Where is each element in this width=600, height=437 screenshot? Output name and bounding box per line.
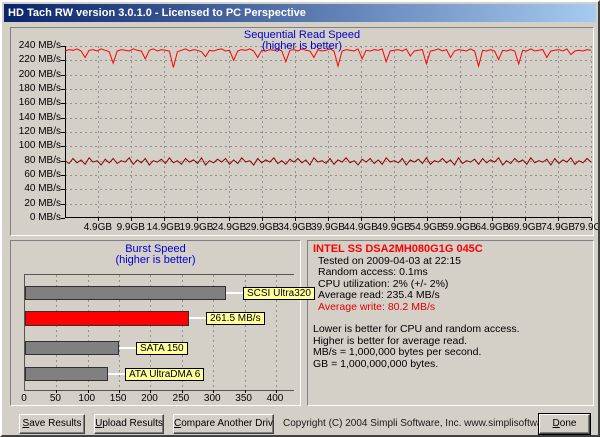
copyright-text: Copyright (C) 2004 Simpli Software, Inc.… (283, 418, 574, 429)
burst-x-tick-label: 250 (172, 393, 190, 404)
burst-bar-2 (25, 311, 189, 326)
burst-chart-subtitle: (higher is better) (115, 254, 196, 266)
sequential-read-plot (61, 46, 592, 221)
y-tick-label: 20 MB/s (24, 197, 61, 209)
x-tick-label: 74.9GB (541, 222, 576, 233)
sequential-chart-subtitle: (higher is better) (261, 40, 343, 52)
burst-bar-1 (25, 286, 226, 300)
x-tick-label: 24.9GB (212, 222, 247, 233)
sequential-plot-svg (61, 46, 592, 221)
burst-speed-panel: Burst Speed (higher is better) SCSI Ultr… (10, 240, 315, 406)
x-tick-label: 9.9GB (116, 222, 145, 233)
burst-bar-label: SATA 150 (136, 342, 188, 355)
title-bar[interactable]: HD Tach RW version 3.0.1.0 - Licensed to… (4, 4, 596, 22)
y-tick-label: 40 MB/s (24, 183, 61, 195)
x-tick-label: 29.9GB (245, 222, 280, 233)
x-tick-label: 19.9GB (179, 222, 214, 233)
drive-info-panel: INTEL SS DSA2MH080G1G 045C Tested on 200… (307, 240, 594, 406)
bar-label-connector (119, 347, 136, 349)
compare-another-drive-button[interactable]: Compare Another Drive (173, 414, 274, 434)
drive-model: INTEL SS DSA2MH080G1G 045C (313, 243, 483, 255)
burst-bar-label: ATA UltraDMA 6 (125, 368, 205, 381)
x-tick-label: 59.9GB (442, 222, 477, 233)
burst-bar-4 (25, 367, 108, 381)
window-title: HD Tach RW version 3.0.1.0 - Licensed to… (8, 7, 306, 19)
burst-bar-3 (25, 341, 119, 355)
y-tick-label: 120 MB/s (18, 126, 61, 137)
x-tick-label: 69.9GB (508, 222, 543, 233)
burst-x-tick-label: 150 (109, 393, 127, 404)
burst-x-tick-label: 300 (203, 393, 221, 404)
y-tick-label: 60 MB/s (24, 169, 61, 180)
burst-speed-plot: SCSI Ultra320 261.5 MB/s SATA 150 ATA Ultra… (24, 274, 315, 393)
x-tick-label: 49.9GB (376, 222, 411, 233)
y-tick-label: 160 MB/s (18, 97, 61, 109)
average-write: Average write: 80.2 MB/s (318, 300, 436, 313)
burst-x-tick-label: 100 (78, 393, 96, 404)
y-tick-label: 0 MB/s (29, 212, 61, 223)
average-read: Average read: 235.4 MB/s (318, 289, 440, 301)
burst-bar-label: 261.5 MB/s (206, 312, 265, 325)
upload-results-button[interactable]: Upload Results (94, 414, 164, 434)
note-mbs-definition: MB/s = 1,000,000 bytes per second. (313, 346, 482, 358)
done-button[interactable]: Done (539, 414, 590, 434)
burst-x-tick-label: 0 (21, 393, 27, 404)
burst-x-tick-label: 350 (235, 393, 252, 404)
x-tick-label: 44.9GB (343, 222, 378, 233)
bar-label-connector (108, 373, 125, 375)
burst-x-tick-label: 50 (49, 393, 61, 404)
bar-label-connector (189, 317, 206, 319)
x-tick-label: 54.9GB (409, 222, 444, 233)
y-tick-label: 80 MB/s (24, 154, 61, 166)
random-access: Random access: 0.1ms (318, 266, 428, 278)
x-tick-label: 79.9GB (574, 222, 598, 233)
y-tick-label: 100 MB/s (18, 140, 61, 152)
y-tick-label: 140 MB/s (18, 111, 61, 123)
y-tick-label: 180 MB/s (18, 83, 61, 94)
bar-label-connector (226, 292, 243, 294)
x-tick-label: 39.9GB (311, 222, 345, 233)
x-tick-label: 4.9GB (83, 222, 113, 233)
hd-tach-window: HD Tach RW version 3.0.1.0 - Licensed to… (0, 0, 600, 437)
y-tick-label: 220 MB/s (18, 54, 61, 66)
note-lower-better: Lower is better for CPU and random acces… (313, 323, 520, 335)
x-tick-label: 14.9GB (146, 222, 181, 233)
burst-x-tick-label: 200 (141, 393, 158, 404)
note-gb-definition: GB = 1,000,000,000 bytes. (313, 357, 439, 370)
x-tick-label: 34.9GB (278, 222, 313, 233)
save-results-button[interactable]: Save Results (19, 414, 85, 434)
burst-x-tick-label: 400 (266, 393, 284, 404)
sequential-write-trace (64, 156, 592, 166)
burst-bar-label: SCSI Ultra320 (243, 287, 315, 300)
x-tick-label: 64.9GB (475, 222, 510, 233)
done-button-frame: Done (538, 413, 591, 435)
y-tick-label: 200 MB/s (18, 68, 61, 80)
sequential-read-panel: Sequential Read Speed (higher is better)… (10, 27, 598, 236)
